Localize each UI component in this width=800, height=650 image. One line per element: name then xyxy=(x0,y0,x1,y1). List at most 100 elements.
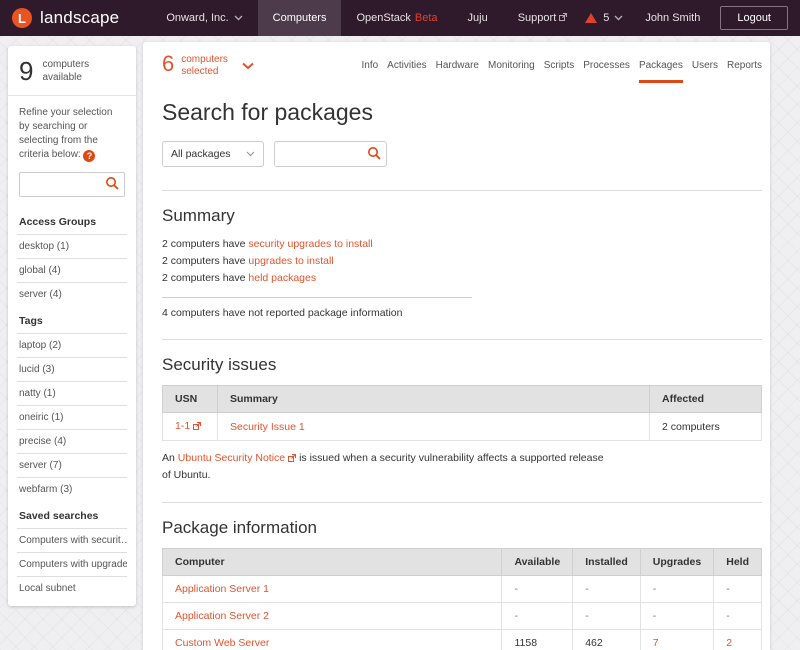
search-icon[interactable] xyxy=(367,146,382,166)
security-col-header-affected: Affected xyxy=(650,386,762,413)
installed-value: - xyxy=(585,583,589,595)
sidebar-item-natty-1[interactable]: natty (1) xyxy=(17,381,127,405)
upgrades-cell: 7 xyxy=(640,629,713,650)
tab-reports[interactable]: Reports xyxy=(727,60,762,83)
ubuntu-security-notice-link[interactable]: Ubuntu Security Notice xyxy=(178,452,285,464)
upgrades-value: - xyxy=(653,610,657,622)
selection-chevron-icon[interactable] xyxy=(242,57,254,75)
summary-line: 2 computers have held packages xyxy=(162,270,762,287)
security-note: An Ubuntu Security Notice is issued when… xyxy=(162,451,612,484)
installed-cell: 462 xyxy=(573,629,641,650)
sidebar-section-title-tags: Tags xyxy=(8,306,136,333)
available-count: 9 xyxy=(19,56,33,87)
package-filter-select[interactable]: All packages xyxy=(162,141,264,167)
alerts-dropdown[interactable]: 5 xyxy=(585,12,623,24)
sidebar-search xyxy=(19,172,125,197)
held-cell: 2 xyxy=(714,629,762,650)
tab-info[interactable]: Info xyxy=(361,60,378,83)
computer-link-application-server-2[interactable]: Application Server 2 xyxy=(175,610,269,622)
summary-lines: 2 computers have security upgrades to in… xyxy=(162,236,762,287)
package-col-header-upgrades: Upgrades xyxy=(640,548,713,575)
summary-line: 2 computers have upgrades to install xyxy=(162,253,762,270)
sidebar-item-lucid-3[interactable]: lucid (3) xyxy=(17,357,127,381)
affected-cell: 2 computers xyxy=(650,413,762,441)
summary-line-text: 2 computers have xyxy=(162,272,248,284)
nav-item-org[interactable]: Onward, Inc. xyxy=(151,0,257,36)
navbar-menu: Onward, Inc. Computers OpenStack Beta Ju… xyxy=(151,0,582,36)
tab-scripts[interactable]: Scripts xyxy=(544,60,575,83)
package-col-header-computer: Computer xyxy=(163,548,502,575)
tab-hardware[interactable]: Hardware xyxy=(436,60,479,83)
sidebar-list-saved-searches: Computers with securit…Computers with up… xyxy=(8,528,136,600)
available-value: - xyxy=(514,583,518,595)
upgrades-link[interactable]: 7 xyxy=(653,637,659,649)
user-name[interactable]: John Smith xyxy=(645,12,700,24)
sidebar-item-computers-with-upgrades[interactable]: Computers with upgrades xyxy=(17,552,127,576)
sidebar-item-server-7[interactable]: server (7) xyxy=(17,453,127,477)
nav-item-support[interactable]: Support xyxy=(503,0,583,36)
sidebar-item-precise-4[interactable]: precise (4) xyxy=(17,429,127,453)
package-information-heading: Package information xyxy=(162,518,762,538)
selected-count: 6 xyxy=(162,53,174,75)
available-value: - xyxy=(514,610,518,622)
sidebar-section-title-access-groups: Access Groups xyxy=(8,207,136,234)
sidebar-list-tags: laptop (2)lucid (3)natty (1)oneiric (1)p… xyxy=(8,333,136,501)
sidebar-item-global-4[interactable]: global (4) xyxy=(17,258,127,282)
sidebar-item-desktop-1[interactable]: desktop (1) xyxy=(17,234,127,258)
openstack-label: OpenStack xyxy=(356,12,410,24)
support-label: Support xyxy=(518,12,557,24)
computer-cell: Custom Web Server xyxy=(163,629,502,650)
alert-count: 5 xyxy=(603,12,609,24)
summary-link-upgrades-to-install[interactable]: upgrades to install xyxy=(248,255,333,267)
summary-link-held-packages[interactable]: held packages xyxy=(248,272,316,284)
navbar-right: 5 John Smith Logout xyxy=(585,0,800,36)
tab-processes[interactable]: Processes xyxy=(583,60,630,83)
sidebar-item-computers-with-securit[interactable]: Computers with securit… xyxy=(17,528,127,552)
sidebar-list-access-groups: desktop (1)global (4)server (4) xyxy=(8,234,136,306)
security-issue-link[interactable]: Security Issue 1 xyxy=(230,421,305,433)
sidebar-sections: Access Groupsdesktop (1)global (4)server… xyxy=(8,207,136,600)
security-issues-table: USNSummaryAffected 1-1Security Issue 12 … xyxy=(162,385,762,441)
available-count-label: computers available xyxy=(42,59,125,84)
table-row: Application Server 2---- xyxy=(163,602,762,629)
sidebar-item-oneiric-1[interactable]: oneiric (1) xyxy=(17,405,127,429)
tab-activities[interactable]: Activities xyxy=(387,60,426,83)
top-navbar: L landscape Onward, Inc. Computers OpenS… xyxy=(0,0,800,36)
security-col-header-usn: USN xyxy=(163,386,218,413)
sidebar-item-webfarm-3[interactable]: webfarm (3) xyxy=(17,477,127,501)
landscape-logo[interactable]: L landscape xyxy=(0,0,129,36)
summary-link-security-upgrades-to-install[interactable]: security upgrades to install xyxy=(248,238,372,250)
computer-link-custom-web-server[interactable]: Custom Web Server xyxy=(175,637,269,649)
table-row: Custom Web Server115846272 xyxy=(163,629,762,650)
tab-monitoring[interactable]: Monitoring xyxy=(488,60,535,83)
divider xyxy=(162,190,762,191)
chevron-down-icon xyxy=(246,148,255,160)
tab-users[interactable]: Users xyxy=(692,60,718,83)
usn-link[interactable]: 1-1 xyxy=(175,420,190,432)
package-col-header-held: Held xyxy=(714,548,762,575)
table-row: 1-1 Security Issue 1 2 computers xyxy=(163,413,762,441)
installed-cell: - xyxy=(573,575,641,602)
search-icon[interactable] xyxy=(105,176,120,196)
nav-item-openstack[interactable]: OpenStack Beta xyxy=(341,0,452,36)
held-link[interactable]: 2 xyxy=(726,637,732,649)
upgrades-value: - xyxy=(653,583,657,595)
computer-link-application-server-1[interactable]: Application Server 1 xyxy=(175,583,269,595)
org-label: Onward, Inc. xyxy=(166,12,228,24)
sidebar-item-server-4[interactable]: server (4) xyxy=(17,282,127,306)
tab-bar: Info Activities Hardware Monitoring Scripts P… xyxy=(361,53,762,83)
available-cell: - xyxy=(502,575,573,602)
held-value: - xyxy=(726,583,730,595)
tab-packages[interactable]: Packages xyxy=(639,60,683,83)
logout-button[interactable]: Logout xyxy=(720,6,788,30)
computer-cell: Application Server 1 xyxy=(163,575,502,602)
summary-line: 2 computers have security upgrades to in… xyxy=(162,236,762,253)
nav-item-juju[interactable]: Juju xyxy=(453,0,503,36)
help-icon[interactable]: ? xyxy=(83,150,95,162)
issue-summary-cell: Security Issue 1 xyxy=(218,413,650,441)
sidebar-item-local-subnet[interactable]: Local subnet xyxy=(17,576,127,600)
nav-item-computers[interactable]: Computers xyxy=(258,0,342,36)
sidebar-item-laptop-2[interactable]: laptop (2) xyxy=(17,333,127,357)
divider xyxy=(162,502,762,503)
warning-triangle-icon xyxy=(585,13,597,23)
